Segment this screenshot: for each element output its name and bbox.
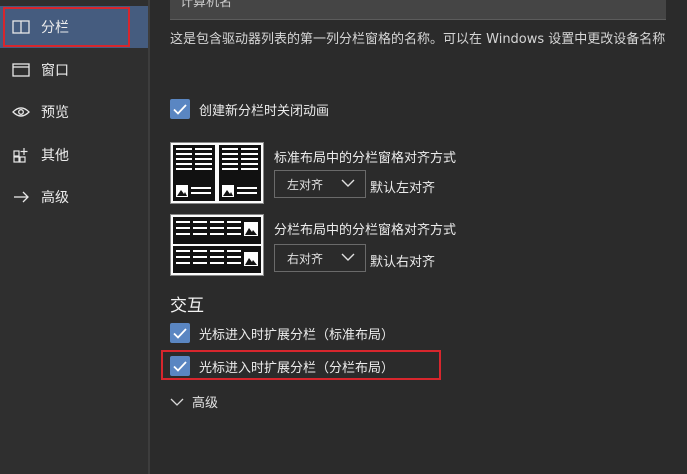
- chevron-down-icon: [341, 251, 355, 266]
- disable-animation-checkbox-row[interactable]: 创建新分栏时关闭动画: [170, 99, 329, 119]
- sidebar-item-label: 窗口: [41, 63, 69, 79]
- sidebar-item-label: 预览: [41, 105, 69, 121]
- split-layout-title: 分栏布局中的分栏窗格对齐方式: [274, 223, 457, 238]
- computer-name-field[interactable]: 计算机名: [170, 0, 666, 20]
- standard-layout-title: 标准布局中的分栏窗格对齐方式: [274, 151, 457, 166]
- expand-split-label: 光标进入时扩展分栏（分栏布局）: [199, 360, 395, 376]
- expand-split-checkbox-row[interactable]: 光标进入时扩展分栏（分栏布局）: [170, 356, 394, 376]
- sidebar-item-other[interactable]: 其他: [0, 134, 148, 176]
- main-panel: 计算机名 这是包含驱动器列表的第一列分栏窗格的名称。可以在 Windows 设置…: [150, 0, 687, 474]
- eye-icon: [10, 106, 32, 118]
- add-grid-icon: [10, 147, 32, 163]
- sidebar-item-window[interactable]: 窗口: [0, 49, 148, 91]
- checkmark-icon: [173, 327, 187, 339]
- computer-name-value: 计算机名: [180, 0, 233, 10]
- sidebar-item-label: 分栏: [41, 20, 69, 36]
- split-layout-preview: [170, 214, 264, 276]
- expand-standard-label: 光标进入时扩展分栏（标准布局）: [199, 327, 395, 343]
- expand-split-checkbox[interactable]: [170, 356, 190, 376]
- disable-animation-checkbox[interactable]: [170, 99, 190, 119]
- chevron-down-icon: [341, 177, 355, 192]
- standard-layout-alignment-value: 左对齐: [287, 177, 324, 192]
- sidebar-item-label: 高级: [41, 190, 69, 206]
- disable-animation-label: 创建新分栏时关闭动画: [199, 103, 330, 119]
- sidebar-item-label: 其他: [41, 148, 69, 164]
- standard-layout-preview: [170, 142, 264, 204]
- checkmark-icon: [173, 103, 187, 115]
- chevron-down-icon: [170, 397, 184, 407]
- advanced-expander[interactable]: 高级: [170, 392, 218, 411]
- split-pane-icon: [10, 20, 32, 34]
- standard-layout-alignment-select[interactable]: 左对齐: [274, 170, 366, 198]
- checkmark-icon: [173, 360, 187, 372]
- split-layout-alignment-select[interactable]: 右对齐: [274, 244, 366, 272]
- sidebar-item-preview[interactable]: 预览: [0, 91, 148, 133]
- arrow-right-icon: [10, 191, 32, 203]
- standard-layout-default-text: 默认左对齐: [370, 181, 436, 196]
- sidebar: 分栏 窗口 预览 其他 高级: [0, 0, 150, 474]
- advanced-label: 高级: [192, 396, 219, 411]
- window-icon: [10, 63, 32, 77]
- sidebar-item-split-pane[interactable]: 分栏: [0, 6, 148, 48]
- expand-standard-checkbox-row[interactable]: 光标进入时扩展分栏（标准布局）: [170, 323, 394, 343]
- interaction-heading: 交互: [170, 296, 204, 316]
- split-layout-alignment-value: 右对齐: [287, 251, 324, 266]
- computer-name-description: 这是包含驱动器列表的第一列分栏窗格的名称。可以在 Windows 设置中更改设备…: [170, 32, 666, 47]
- split-layout-default-text: 默认右对齐: [370, 255, 436, 270]
- expand-standard-checkbox[interactable]: [170, 323, 190, 343]
- sidebar-item-advanced[interactable]: 高级: [0, 176, 148, 218]
